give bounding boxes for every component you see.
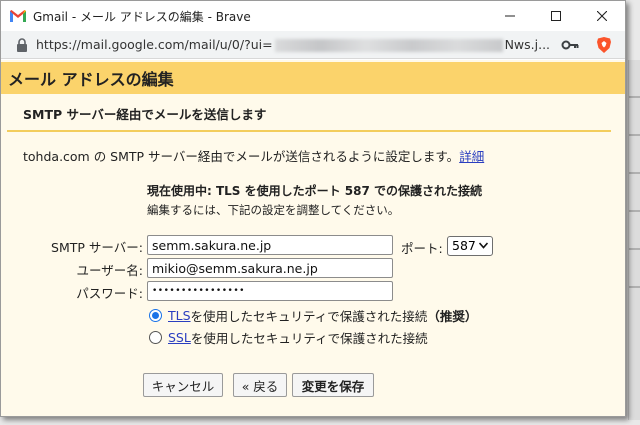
key-icon[interactable] <box>561 38 579 52</box>
details-link[interactable]: 詳細 <box>459 149 484 164</box>
current-status: 現在使用中: TLS を使用したポート 587 での保護された接続 <box>147 184 483 198</box>
url-text[interactable]: https://mail.google.com/mail/u/0/?ui= Nws… <box>36 37 550 52</box>
lock-icon[interactable] <box>16 37 28 52</box>
ssl-option[interactable]: SSL を使用したセキュリティで保護された接続 <box>149 328 428 347</box>
username-input[interactable]: mikio@semm.sakura.ne.jp <box>147 258 393 278</box>
tls-radio[interactable] <box>149 309 162 322</box>
smtp-description: tohda.com の SMTP サーバー経由でメールが送信されるように設定しま… <box>23 149 485 164</box>
cancel-button[interactable]: キャンセル <box>143 373 223 397</box>
password-label: パスワード: <box>76 286 143 301</box>
gmail-icon <box>10 10 26 22</box>
chevron-down-icon <box>479 242 488 249</box>
ssl-link[interactable]: SSL <box>168 330 191 345</box>
section-title: SMTP サーバー経由でメールを送信します <box>23 107 267 122</box>
dialog-title: メール アドレスの編集 <box>8 70 174 89</box>
dialog-header: メール アドレスの編集 <box>1 62 625 94</box>
brave-shield-icon[interactable] <box>595 36 613 54</box>
port-select[interactable]: 587 <box>447 236 493 256</box>
minimize-button[interactable] <box>487 1 533 31</box>
dialog-content: メール アドレスの編集 SMTP サーバー経由でメールを送信します tohda.… <box>1 60 625 416</box>
recommended-tag: （推奨） <box>427 309 478 324</box>
title-bar: Gmail - メール アドレスの編集 - Brave <box>1 1 625 31</box>
minimize-icon <box>505 15 515 17</box>
browser-popup-window: Gmail - メール アドレスの編集 - Brave https://mail… <box>0 0 626 417</box>
section-divider <box>7 130 611 132</box>
window-title: Gmail - メール アドレスの編集 - Brave <box>33 9 251 24</box>
tls-option[interactable]: TLS を使用したセキュリティで保護された接続 （推奨） <box>149 306 477 325</box>
save-changes-button[interactable]: 変更を保存 <box>292 373 374 397</box>
edit-hint: 編集するには、下記の設定を調整してください。 <box>147 203 400 217</box>
tls-link[interactable]: TLS <box>168 308 191 323</box>
address-bar[interactable]: https://mail.google.com/mail/u/0/?ui= Nws… <box>1 31 625 59</box>
smtp-server-input[interactable]: semm.sakura.ne.jp <box>147 235 393 255</box>
close-button[interactable] <box>579 1 625 31</box>
redacted-url-segment <box>274 39 503 52</box>
port-value: 587 <box>452 238 476 253</box>
port-label: ポート: <box>401 241 443 256</box>
username-label: ユーザー名: <box>76 263 143 278</box>
close-icon <box>597 11 607 21</box>
password-input[interactable]: •••••••••••••••• <box>147 281 393 301</box>
maximize-button[interactable] <box>533 1 579 31</box>
smtp-server-label: SMTP サーバー: <box>51 240 143 255</box>
background-scroll-strip <box>628 60 640 420</box>
ssl-radio[interactable] <box>149 331 162 344</box>
maximize-icon <box>551 11 561 21</box>
back-button[interactable]: « 戻る <box>233 373 287 397</box>
